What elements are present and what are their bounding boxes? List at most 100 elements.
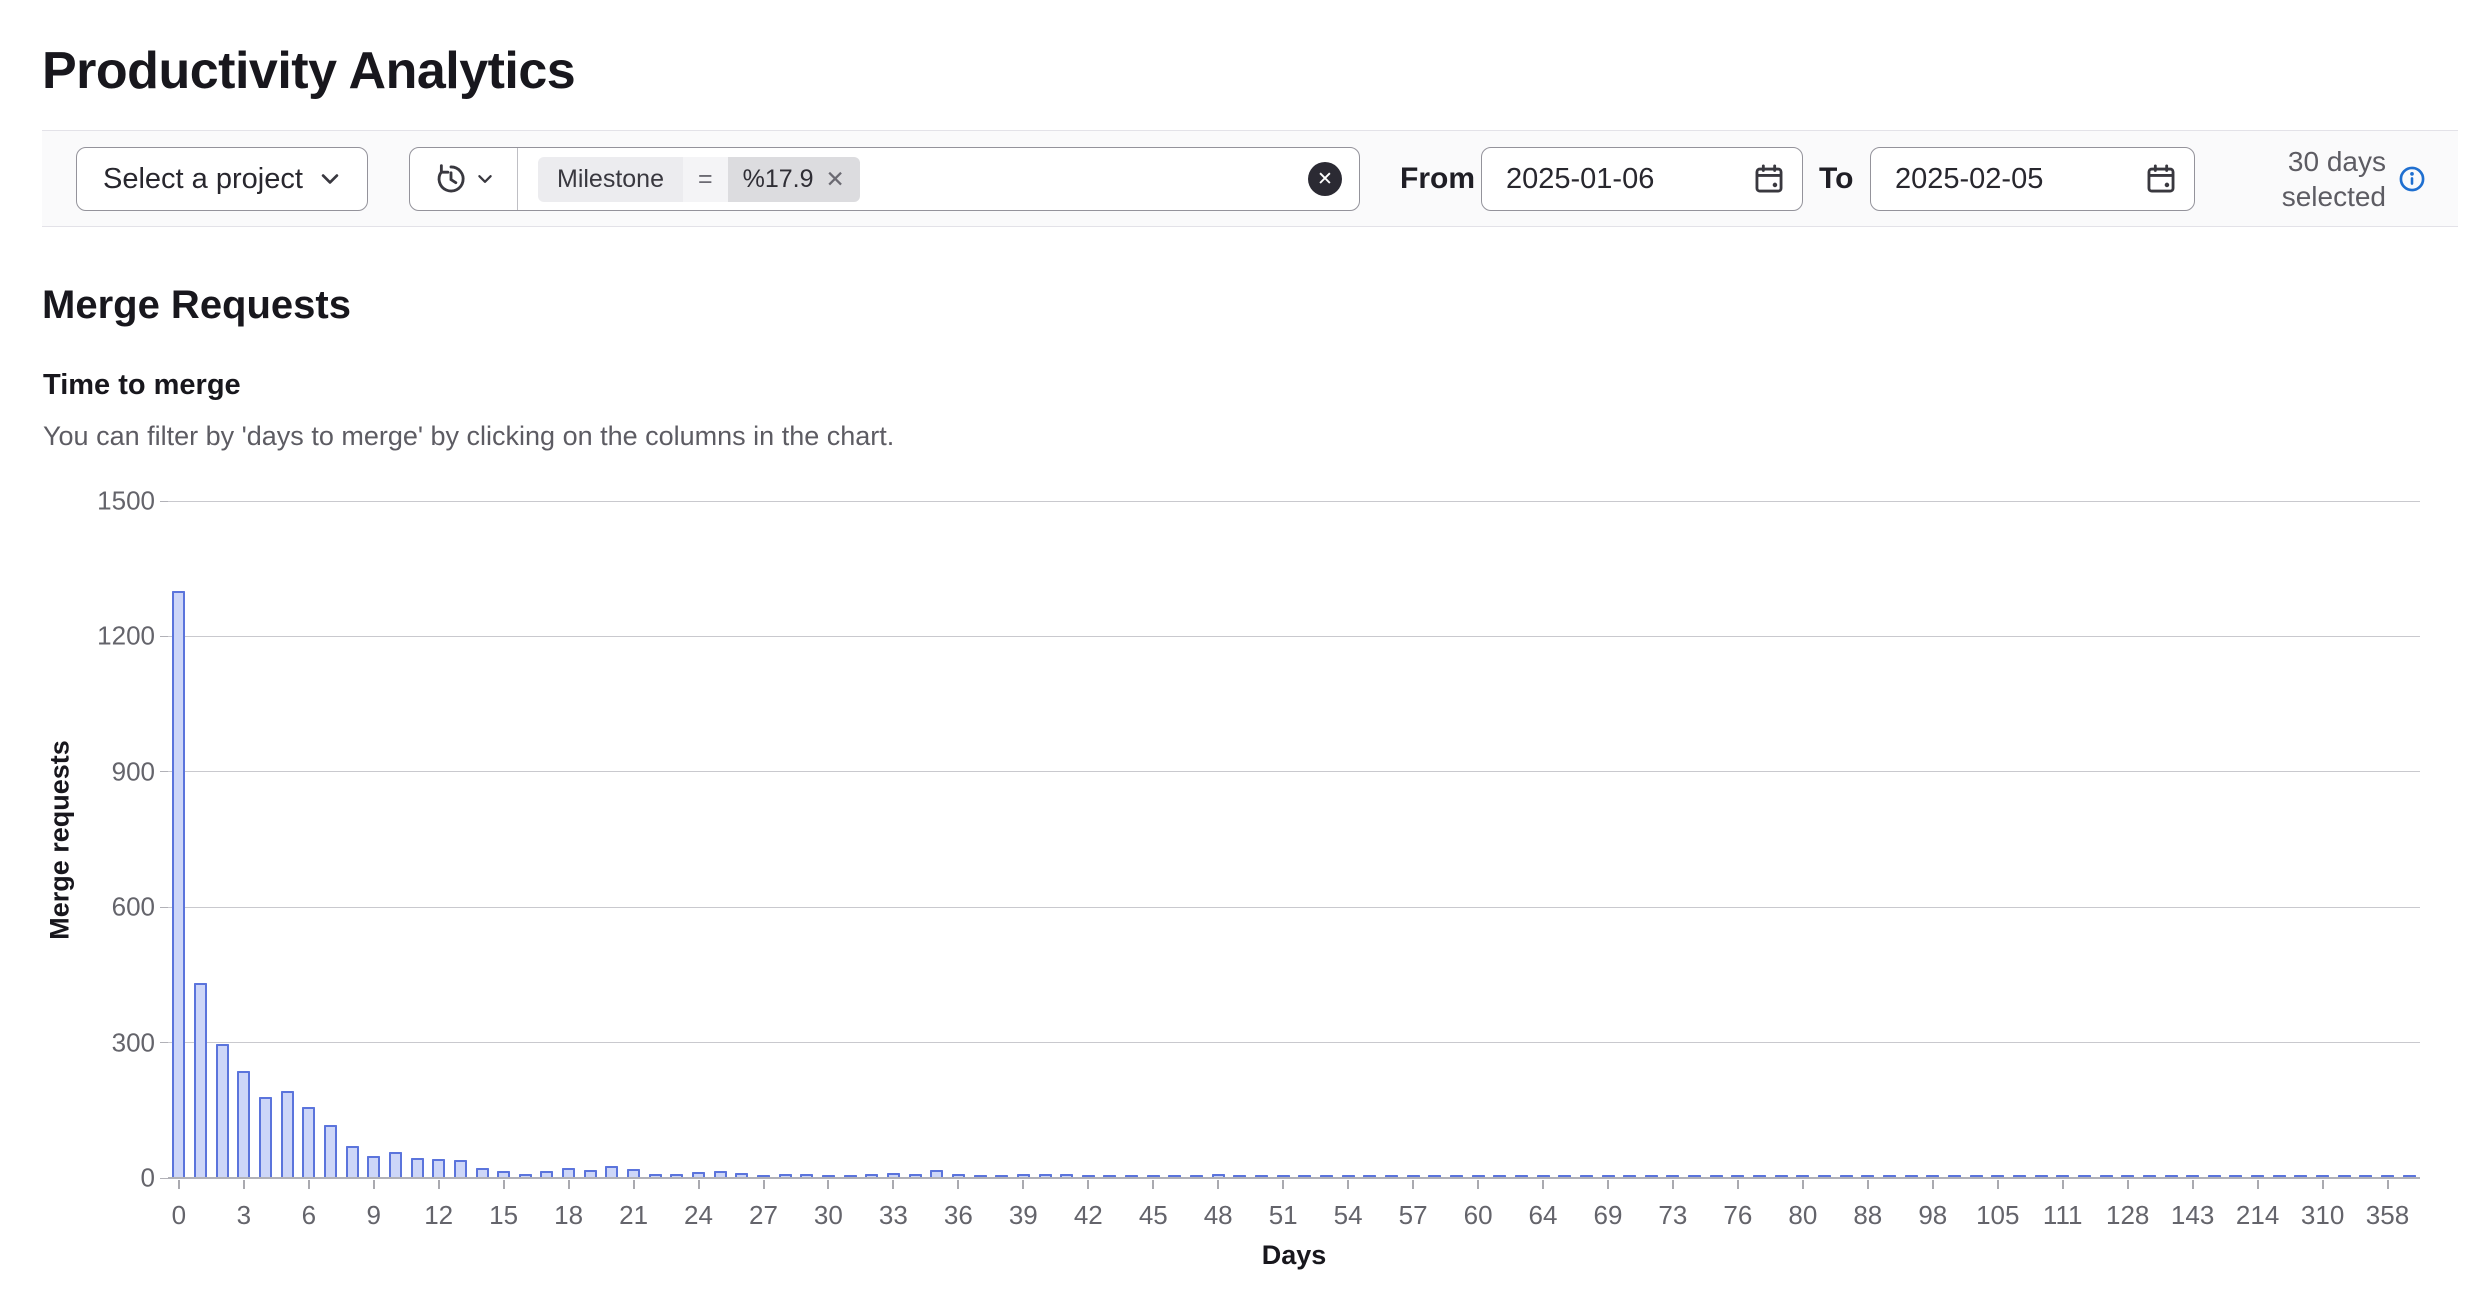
bar-5[interactable] xyxy=(281,1091,294,1178)
x-tick-label: 21 xyxy=(619,1200,648,1231)
x-tick-mark xyxy=(1932,1180,1934,1189)
gridline-600 xyxy=(168,907,2420,908)
gridline-900 xyxy=(168,771,2420,772)
bar-10[interactable] xyxy=(389,1152,402,1178)
x-tick-mark xyxy=(1347,1180,1349,1189)
x-tick-label: 0 xyxy=(172,1200,186,1231)
y-tick-label: 300 xyxy=(0,1027,155,1058)
bar-11[interactable] xyxy=(411,1158,424,1178)
y-tick-label: 600 xyxy=(0,892,155,923)
x-tick-mark xyxy=(2387,1180,2389,1189)
x-tick-mark xyxy=(2127,1180,2129,1189)
x-tick-mark xyxy=(2192,1180,2194,1189)
x-tick-label: 9 xyxy=(366,1200,380,1231)
bar-1[interactable] xyxy=(194,983,207,1178)
x-tick-label: 128 xyxy=(2106,1200,2149,1231)
y-tick-label: 1200 xyxy=(0,621,155,652)
y-tick-label: 0 xyxy=(0,1163,155,1194)
x-tick-label: 98 xyxy=(1918,1200,1947,1231)
gridline-1500 xyxy=(168,501,2420,502)
y-tick-mark xyxy=(160,1042,168,1043)
y-tick-mark xyxy=(160,1178,168,1179)
time-to-merge-chart: Merge requests Days 03006009001200150003… xyxy=(0,0,2484,1298)
x-tick-label: 80 xyxy=(1788,1200,1817,1231)
x-tick-label: 214 xyxy=(2236,1200,2279,1231)
y-tick-label: 1500 xyxy=(0,486,155,517)
y-tick-mark xyxy=(160,771,168,772)
x-tick-mark xyxy=(2322,1180,2324,1189)
x-tick-label: 6 xyxy=(302,1200,316,1231)
bar-9[interactable] xyxy=(367,1156,380,1178)
x-tick-label: 69 xyxy=(1594,1200,1623,1231)
gridline-1200 xyxy=(168,636,2420,637)
x-tick-label: 18 xyxy=(554,1200,583,1231)
x-tick-label: 30 xyxy=(814,1200,843,1231)
x-tick-mark xyxy=(1412,1180,1414,1189)
x-tick-label: 76 xyxy=(1723,1200,1752,1231)
x-tick-label: 60 xyxy=(1464,1200,1493,1231)
x-tick-mark xyxy=(1607,1180,1609,1189)
gridline-300 xyxy=(168,1042,2420,1043)
x-axis-line xyxy=(168,1177,2420,1179)
bar-3[interactable] xyxy=(237,1071,250,1178)
x-tick-label: 24 xyxy=(684,1200,713,1231)
x-tick-label: 27 xyxy=(749,1200,778,1231)
x-tick-label: 36 xyxy=(944,1200,973,1231)
x-tick-mark xyxy=(1997,1180,1999,1189)
x-tick-mark xyxy=(1282,1180,1284,1189)
x-tick-label: 143 xyxy=(2171,1200,2214,1231)
bar-6[interactable] xyxy=(302,1107,315,1178)
x-tick-label: 33 xyxy=(879,1200,908,1231)
x-tick-mark xyxy=(1802,1180,1804,1189)
x-tick-label: 358 xyxy=(2366,1200,2409,1231)
bar-0[interactable] xyxy=(172,591,185,1178)
x-tick-label: 15 xyxy=(489,1200,518,1231)
x-tick-label: 310 xyxy=(2301,1200,2344,1231)
x-tick-mark xyxy=(2257,1180,2259,1189)
x-tick-mark xyxy=(568,1180,570,1189)
x-tick-mark xyxy=(178,1180,180,1189)
x-tick-label: 105 xyxy=(1976,1200,2019,1231)
bar-12[interactable] xyxy=(432,1159,445,1178)
x-tick-mark xyxy=(1672,1180,1674,1189)
x-tick-mark xyxy=(373,1180,375,1189)
x-tick-label: 45 xyxy=(1139,1200,1168,1231)
bar-8[interactable] xyxy=(346,1146,359,1178)
x-tick-label: 73 xyxy=(1658,1200,1687,1231)
x-tick-mark xyxy=(243,1180,245,1189)
x-tick-mark xyxy=(438,1180,440,1189)
y-tick-mark xyxy=(160,907,168,908)
x-tick-label: 3 xyxy=(237,1200,251,1231)
bar-13[interactable] xyxy=(454,1160,467,1179)
x-tick-mark xyxy=(503,1180,505,1189)
x-tick-label: 42 xyxy=(1074,1200,1103,1231)
x-tick-mark xyxy=(308,1180,310,1189)
x-tick-mark xyxy=(1477,1180,1479,1189)
x-tick-mark xyxy=(892,1180,894,1189)
x-tick-label: 64 xyxy=(1529,1200,1558,1231)
x-tick-mark xyxy=(698,1180,700,1189)
y-tick-label: 900 xyxy=(0,756,155,787)
x-tick-mark xyxy=(1022,1180,1024,1189)
bar-7[interactable] xyxy=(324,1125,337,1178)
x-tick-label: 12 xyxy=(424,1200,453,1231)
x-tick-mark xyxy=(1087,1180,1089,1189)
y-tick-mark xyxy=(160,636,168,637)
bar-4[interactable] xyxy=(259,1097,272,1178)
x-tick-mark xyxy=(957,1180,959,1189)
x-tick-label: 57 xyxy=(1399,1200,1428,1231)
x-tick-mark xyxy=(763,1180,765,1189)
y-tick-mark xyxy=(160,501,168,502)
x-tick-label: 39 xyxy=(1009,1200,1038,1231)
x-tick-label: 111 xyxy=(2043,1200,2083,1231)
x-tick-label: 88 xyxy=(1853,1200,1882,1231)
x-tick-mark xyxy=(1867,1180,1869,1189)
x-tick-mark xyxy=(1542,1180,1544,1189)
x-tick-mark xyxy=(1152,1180,1154,1189)
x-tick-mark xyxy=(827,1180,829,1189)
x-tick-mark xyxy=(2062,1180,2064,1189)
x-axis-title: Days xyxy=(1262,1240,1327,1271)
bar-2[interactable] xyxy=(216,1044,229,1178)
x-tick-label: 48 xyxy=(1204,1200,1233,1231)
x-tick-label: 54 xyxy=(1334,1200,1363,1231)
